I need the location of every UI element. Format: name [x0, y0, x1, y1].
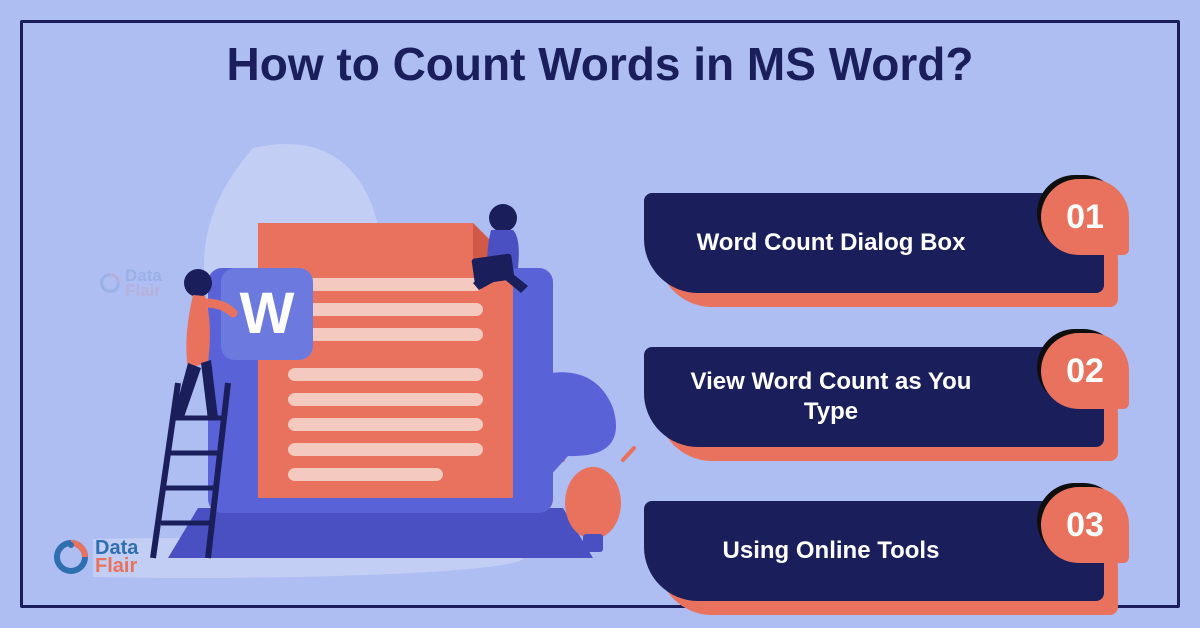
badge-number: 01	[1066, 198, 1104, 237]
logo-text: Data Flair	[95, 539, 138, 575]
svg-text:W: W	[240, 281, 295, 346]
illustration: W	[93, 138, 653, 578]
badge-number: 03	[1066, 506, 1104, 545]
badge-number: 02	[1066, 352, 1104, 391]
list-item: Word Count Dialog Box 01	[644, 193, 1139, 305]
number-badge: 03	[1041, 487, 1129, 563]
logo-icon	[51, 537, 91, 577]
card-view-as-you-type: View Word Count as You Type	[644, 347, 1104, 447]
card-text: Word Count Dialog Box	[678, 228, 984, 258]
list-item: Using Online Tools 03	[644, 501, 1139, 613]
card-word-count-dialog: Word Count Dialog Box	[644, 193, 1104, 293]
card-text: View Word Count as You Type	[678, 367, 984, 427]
watermark: Data Flair	[98, 268, 162, 299]
card-online-tools: Using Online Tools	[644, 501, 1104, 601]
number-badge: 02	[1041, 333, 1129, 409]
method-list: Word Count Dialog Box 01 View Word Count…	[644, 193, 1139, 613]
page-title: How to Count Words in MS Word?	[23, 37, 1177, 91]
list-item: View Word Count as You Type 02	[644, 347, 1139, 459]
card-text: Using Online Tools	[678, 536, 984, 566]
number-badge: 01	[1041, 179, 1129, 255]
brand-logo: Data Flair	[51, 537, 138, 577]
outer-frame: How to Count Words in MS Word? W	[20, 20, 1180, 608]
